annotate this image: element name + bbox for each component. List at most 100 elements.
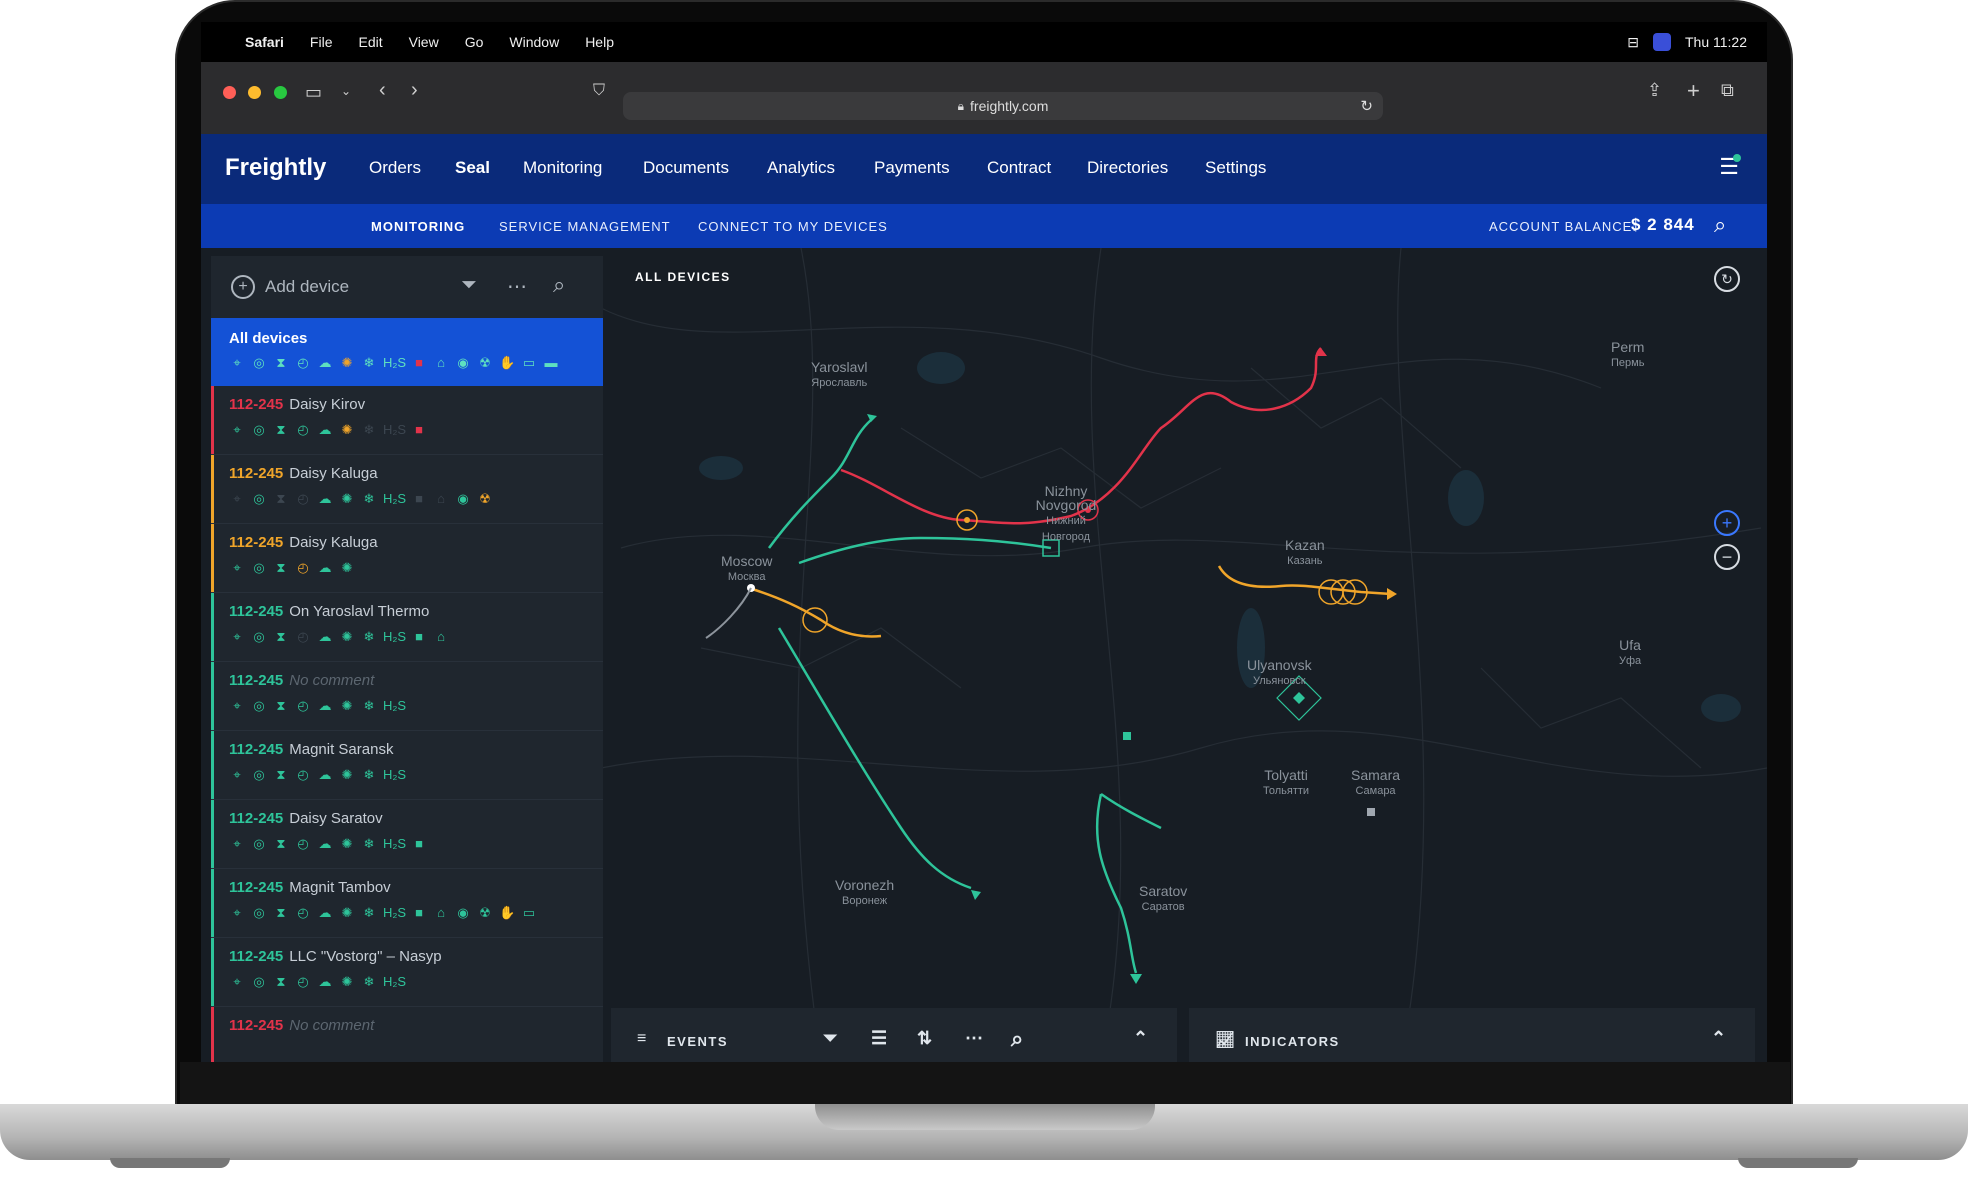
menu-view[interactable]: View xyxy=(409,34,439,50)
event-marker[interactable] xyxy=(802,607,828,633)
sun-icon: ✺ xyxy=(341,974,353,989)
device-row[interactable]: 112-245 No comment xyxy=(211,1007,603,1062)
route-kazan[interactable] xyxy=(1217,565,1392,596)
hourglass-icon: ⧗ xyxy=(276,905,286,920)
privacy-shield-icon[interactable]: ⛉ xyxy=(593,82,605,100)
minimize-window-button[interactable] xyxy=(248,86,262,99)
app-menu[interactable]: Safari xyxy=(245,34,284,50)
nav-monitoring[interactable]: Monitoring xyxy=(523,158,602,178)
nav-analytics[interactable]: Analytics xyxy=(767,158,835,178)
device-code: 112-245 xyxy=(229,741,284,758)
sort-icon[interactable]: ⇅ xyxy=(917,1028,934,1049)
lock-icon: ■ xyxy=(415,355,423,370)
indicators-panel[interactable]: 📈︎ INDICATORS ⌃ xyxy=(1189,1008,1755,1062)
location-icon: ⌖ xyxy=(233,905,241,920)
new-tab-icon[interactable]: + xyxy=(1687,78,1700,104)
all-devices-item[interactable]: All devices ⌖ ◎ ⧗ ◴ ☁ ✺ ❄ H₂S ■ ⌂ ◉ ☢ ✋ ▭ ▬ xyxy=(211,318,603,386)
nav-settings[interactable]: Settings xyxy=(1205,158,1266,178)
reload-icon[interactable]: ↻ xyxy=(1360,97,1373,115)
refresh-icon[interactable]: ↻ xyxy=(1714,266,1740,292)
route-yaroslavl[interactable] xyxy=(767,419,872,549)
subnav-service-management[interactable]: SERVICE MANAGEMENT xyxy=(499,219,671,234)
filter-icon[interactable]: ⏷ xyxy=(823,1028,839,1049)
subnav-monitoring[interactable]: MONITORING xyxy=(371,219,465,234)
gauge-icon: ◴ xyxy=(297,767,309,782)
nav-payments[interactable]: Payments xyxy=(874,158,950,178)
device-row[interactable]: 112-245 Magnit Saransk ⌖ ◎ ⧗ ◴ ☁ ✺ ❄ H₂S xyxy=(211,731,603,800)
seal-icon: ◎ xyxy=(253,905,265,920)
search-icon[interactable]: ⌕ xyxy=(1011,1026,1025,1052)
address-bar[interactable]: 🔒︎ freightly.com ↻ xyxy=(623,92,1383,120)
nav-orders[interactable]: Orders xyxy=(369,158,421,178)
device-row[interactable]: 112-245 Daisy Kaluga ⌖ ◎ ⧗ ◴ ☁ ✺ xyxy=(211,524,603,593)
chevron-up-icon[interactable]: ⌃ xyxy=(1133,1028,1150,1049)
group-icon[interactable]: ☰ xyxy=(871,1028,889,1049)
more-icon[interactable]: ⋯ xyxy=(965,1028,985,1049)
zoom-out-button[interactable]: − xyxy=(1714,544,1740,570)
siri-icon[interactable] xyxy=(1652,33,1671,51)
route-tambov[interactable] xyxy=(777,627,972,890)
zoom-window-button[interactable] xyxy=(273,86,287,99)
cloud-icon: ☁ xyxy=(318,491,332,506)
clock[interactable]: Thu 11:22 xyxy=(1685,34,1747,50)
logo[interactable]: Freightly xyxy=(225,154,326,182)
device-row[interactable]: 112-245 Daisy Kaluga ⌖ ◎ ⧗ ◴ ☁ ✺ ❄ H₂S ■ ⌂ ◉ ☢ xyxy=(211,455,603,524)
status-bar xyxy=(211,524,214,592)
city-label: Saratov Саратов xyxy=(1139,883,1188,913)
search-icon[interactable]: ⌕ xyxy=(1714,212,1726,238)
lock-icon: ■ xyxy=(415,629,423,644)
nav-seal[interactable]: Seal xyxy=(455,158,490,178)
device-row[interactable]: 112-245 No comment ⌖ ◎ ⧗ ◴ ☁ ✺ ❄ H₂S xyxy=(211,662,603,731)
sun-icon: ✺ xyxy=(341,629,353,644)
arrow-icon xyxy=(1130,974,1142,984)
device-marker[interactable] xyxy=(1367,808,1375,816)
search-icon[interactable]: ⌕ xyxy=(553,272,565,298)
chart-icon: 📈︎ xyxy=(1215,1032,1237,1049)
sub-nav: MONITORING SERVICE MANAGEMENT CONNECT TO… xyxy=(201,204,1767,248)
city-label: Voronezh Воронеж xyxy=(835,877,895,907)
tab-overview-icon[interactable]: ⧉ xyxy=(1721,80,1734,101)
zoom-in-button[interactable]: + xyxy=(1714,510,1740,536)
menu-help[interactable]: Help xyxy=(585,34,614,50)
subnav-connect-devices[interactable]: CONNECT TO MY DEVICES xyxy=(698,219,888,234)
chevron-down-icon[interactable]: ⌄ xyxy=(341,84,351,98)
nav-documents[interactable]: Documents xyxy=(643,158,729,178)
device-row[interactable]: 112-245 Daisy Saratov ⌖ ◎ ⧗ ◴ ☁ ✺ ❄ H₂S ■ xyxy=(211,800,603,869)
chat-icon: ◉ xyxy=(457,355,469,370)
h2s-icon: H₂S xyxy=(383,355,407,370)
device-marker[interactable] xyxy=(1123,732,1131,740)
sidebar-toggle-icon[interactable]: ▭ xyxy=(305,82,322,103)
add-icon[interactable]: + xyxy=(231,275,255,299)
menu-window[interactable]: Window xyxy=(509,34,559,50)
forward-icon[interactable]: › xyxy=(411,79,418,102)
more-icon[interactable]: ⋯ xyxy=(507,274,527,299)
device-row[interactable]: 112-245 Magnit Tambov ⌖ ◎ ⧗ ◴ ☁ ✺ ❄ H₂S ■ ⌂ ◉ ☢ ✋ ▭ xyxy=(211,869,603,938)
add-device-button[interactable]: Add device xyxy=(265,277,349,297)
nav-contract[interactable]: Contract xyxy=(987,158,1051,178)
menu-go[interactable]: Go xyxy=(465,34,484,50)
h2s-icon: H₂S xyxy=(383,629,407,644)
nav-directories[interactable]: Directories xyxy=(1087,158,1168,178)
filter-icon[interactable]: ⏷ xyxy=(461,274,477,297)
menu-edit[interactable]: Edit xyxy=(358,34,382,50)
route-gray[interactable] xyxy=(705,587,752,639)
device-row[interactable]: 112-245 LLC "Vostorg" – Nasyp ⌖ ◎ ⧗ ◴ ☁ ✺ ❄ H₂S xyxy=(211,938,603,1007)
route-nizhny[interactable] xyxy=(798,536,1052,565)
notification-dot xyxy=(1733,154,1741,162)
device-code: 112-245 xyxy=(229,672,284,689)
menu-file[interactable]: File xyxy=(310,34,333,50)
device-row[interactable]: 112-245 Daisy Kirov ⌖ ◎ ⧗ ◴ ☁ ✺ ❄ H₂S ■ xyxy=(211,386,603,455)
device-name: Daisy Kaluga xyxy=(289,465,378,482)
city-label: Moscow Москва xyxy=(721,553,773,583)
share-icon[interactable]: ⇪ xyxy=(1647,80,1662,101)
device-row[interactable]: 112-245 On Yaroslavl Thermo ⌖ ◎ ⧗ ◴ ☁ ✺ ❄ H₂S ■ ⌂ xyxy=(211,593,603,662)
back-icon[interactable]: ‹ xyxy=(379,79,386,102)
chevron-up-icon[interactable]: ⌃ xyxy=(1711,1028,1728,1049)
events-panel[interactable]: ≡ EVENTS ⏷ ☰ ⇅ ⋯ ⌕ ⌃ xyxy=(611,1008,1177,1062)
cloud-icon: ☁ xyxy=(318,355,332,370)
map-view[interactable]: Yaroslavl Ярославль Moscow Москва Nizhny N… xyxy=(201,248,1767,1062)
location-icon: ⌖ xyxy=(233,422,241,437)
close-window-button[interactable] xyxy=(223,86,236,99)
control-center-icon[interactable]: ⊟ xyxy=(1627,34,1639,51)
route-kaluga[interactable] xyxy=(748,586,882,638)
